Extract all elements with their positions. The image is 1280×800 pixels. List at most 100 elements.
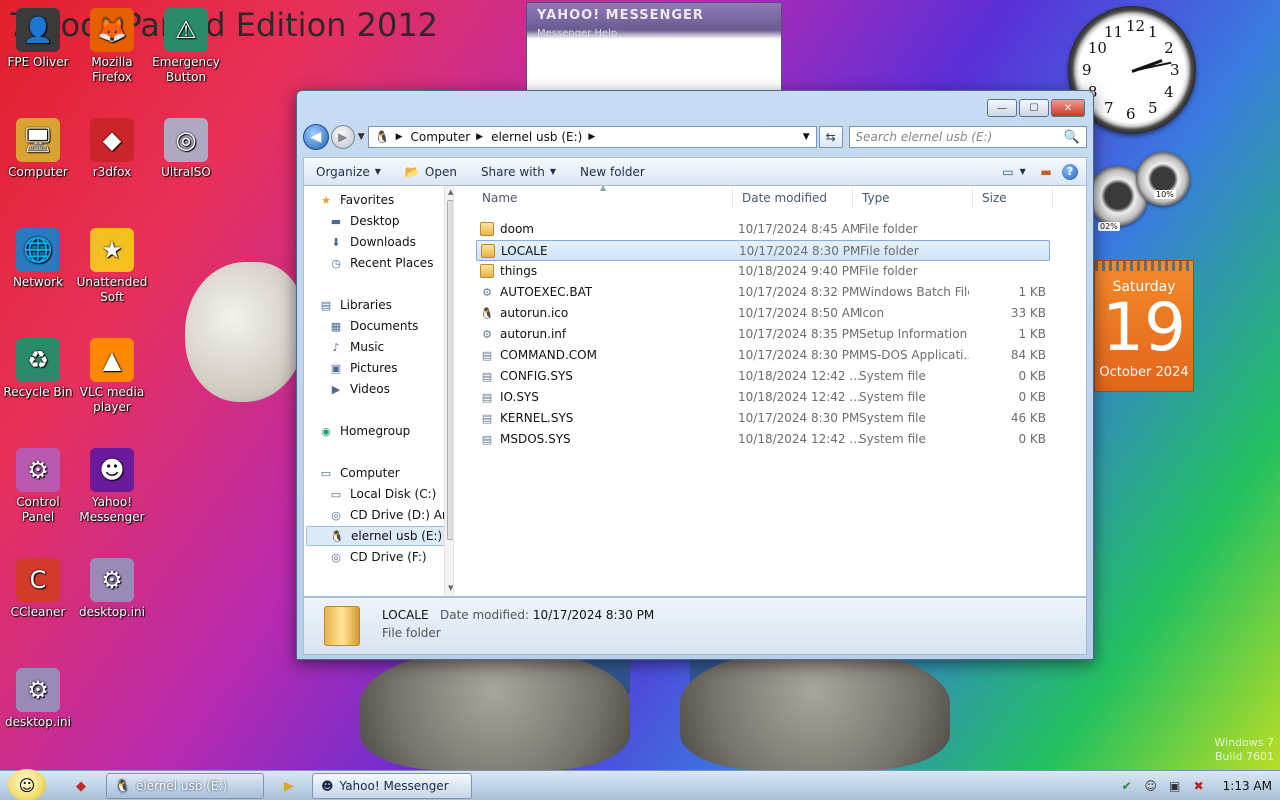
- yahoo-tray-icon[interactable]: ☺: [1142, 777, 1160, 795]
- refresh-button[interactable]: ⇆: [818, 126, 843, 148]
- column-date-modified[interactable]: Date modified: [742, 191, 827, 205]
- open-button[interactable]: 📂 Open: [393, 165, 469, 179]
- nav-item-downloads[interactable]: ⬇ Downloads: [328, 232, 416, 252]
- back-button[interactable]: ◀: [303, 124, 329, 150]
- address-dropdown-icon[interactable]: ▼: [803, 132, 810, 142]
- nav-item-cd-drive-d-ang[interactable]: ◎ CD Drive (D:) Ang: [328, 505, 453, 525]
- settings-file-icon: ⚙: [16, 668, 60, 712]
- explorer-window[interactable]: — ☐ ✕ ◀ ▶ ▼ 🐧 ▶ Computer ▶ elernel usb (…: [296, 90, 1094, 660]
- nav-item-documents[interactable]: ▦ Documents: [328, 316, 419, 336]
- network-tray-icon[interactable]: ▣: [1166, 777, 1184, 795]
- forward-button[interactable]: ▶: [330, 125, 355, 149]
- volume-muted-icon[interactable]: ✖: [1190, 777, 1208, 795]
- command-bar: Organize ▼ 📂 Open Share with ▼ New folder ▭…: [303, 157, 1087, 185]
- desktop-icon-ultraiso[interactable]: ◎ UltraISO: [148, 118, 224, 180]
- view-icon: ▭: [1002, 164, 1014, 179]
- file-row[interactable]: ⚙ autorun.inf 10/17/2024 8:35 PM Setup Info…: [476, 324, 1050, 345]
- breadcrumb-computer[interactable]: Computer: [411, 130, 471, 144]
- clock-number: 1: [1148, 22, 1158, 41]
- desktop-icon-yahoo-messenger[interactable]: ☻ Yahoo! Messenger: [74, 448, 150, 525]
- file-row[interactable]: LOCALE 10/17/2024 8:30 PM File folder: [476, 240, 1050, 261]
- open-label: Open: [424, 164, 457, 179]
- desktop-icon-computer[interactable]: 🖥 Computer: [0, 118, 76, 180]
- address-bar[interactable]: 🐧 ▶ Computer ▶ elernel usb (E:) ▶ ▼: [367, 126, 817, 148]
- nav-item-label: Downloads: [350, 235, 416, 249]
- file-row[interactable]: ⚙ AUTOEXEC.BAT 10/17/2024 8:32 PM Windows B…: [476, 282, 1050, 303]
- nav-item-recent-places[interactable]: ◷ Recent Places: [328, 253, 433, 273]
- scroll-down-icon[interactable]: ▼: [448, 584, 453, 592]
- breadcrumb-separator-icon[interactable]: ▶: [588, 132, 595, 142]
- nav-item-music[interactable]: ♪ Music: [328, 337, 384, 357]
- desktop-icon-recycle-bin[interactable]: ♻ Recycle Bin: [0, 338, 76, 400]
- calendar-gadget[interactable]: Saturday 19 October 2024: [1094, 260, 1194, 392]
- scroll-up-icon[interactable]: ▲: [448, 188, 453, 196]
- nav-item-computer[interactable]: ▭ Computer: [318, 463, 400, 483]
- scrollbar-thumb[interactable]: [447, 200, 453, 540]
- new-folder-button[interactable]: New folder: [568, 165, 657, 179]
- nav-item-homegroup[interactable]: ◉ Homegroup: [318, 421, 410, 441]
- yahoo-messenger-window[interactable]: YAHOO! MESSENGER Messenger Help: [526, 2, 782, 94]
- maximize-button[interactable]: ☐: [1019, 99, 1049, 117]
- desktop-icon-network[interactable]: 🌐 Network: [0, 228, 76, 290]
- file-name: autorun.inf: [500, 327, 567, 341]
- preview-pane-button[interactable]: ▬: [1034, 163, 1058, 181]
- share-with-button[interactable]: Share with ▼: [469, 165, 568, 179]
- nav-item-favorites[interactable]: ★ Favorites: [318, 190, 394, 210]
- folder-icon: [481, 244, 495, 258]
- minimize-button[interactable]: —: [987, 99, 1017, 117]
- help-icon[interactable]: ?: [1062, 163, 1078, 180]
- nav-item-videos[interactable]: ▶ Videos: [328, 379, 390, 399]
- nav-item-cd-drive-f[interactable]: ◎ CD Drive (F:): [328, 547, 426, 567]
- navigation-pane-scrollbar[interactable]: ▲ ▼: [444, 186, 453, 596]
- desktop-icon-label: Unattended Soft: [76, 275, 148, 304]
- organize-button[interactable]: Organize ▼: [304, 165, 393, 179]
- nav-item-elernel-usb-e[interactable]: 🐧 elernel usb (E:): [306, 526, 446, 546]
- desktop-icon-label: Control Panel: [16, 495, 60, 524]
- nav-item-desktop[interactable]: ▬ Desktop: [328, 211, 400, 231]
- file-row[interactable]: ▤ IO.SYS 10/18/2024 12:42 ... System file 0 …: [476, 387, 1050, 408]
- breadcrumb-separator-icon[interactable]: ▶: [476, 132, 483, 142]
- file-row[interactable]: things 10/18/2024 9:40 PM File folder: [476, 261, 1050, 282]
- desktop-icon-unattended-soft[interactable]: ★ Unattended Soft: [74, 228, 150, 305]
- desktop-icon-mozilla-firefox[interactable]: 🦊 Mozilla Firefox: [74, 8, 150, 85]
- file-row[interactable]: ▤ CONFIG.SYS 10/18/2024 12:42 ... System fi…: [476, 366, 1050, 387]
- desktop-icon-control-panel[interactable]: ⚙ Control Panel: [0, 448, 76, 525]
- file-row[interactable]: 🐧 autorun.ico 10/17/2024 8:50 AM Icon 33 KB: [476, 303, 1050, 324]
- nav-item-local-disk-c[interactable]: ▭ Local Disk (C:): [328, 484, 437, 504]
- column-type[interactable]: Type: [862, 191, 890, 205]
- desktop-icon-desktop-ini[interactable]: ⚙ desktop.ini: [74, 558, 150, 620]
- file-size: 0 KB: [1018, 432, 1046, 446]
- network-status-icon[interactable]: ✔: [1118, 777, 1136, 795]
- ram-meter-gadget[interactable]: 10%: [1136, 152, 1190, 206]
- desktop-icon-desktop-ini[interactable]: ⚙ desktop.ini: [0, 668, 76, 730]
- recent-pages-dropdown[interactable]: ▼: [358, 132, 365, 142]
- nav-item-libraries[interactable]: ▤ Libraries: [318, 295, 392, 315]
- file-row[interactable]: ▤ COMMAND.COM 10/17/2024 8:30 PM MS-DOS App…: [476, 345, 1050, 366]
- change-view-button[interactable]: ▭ ▼: [1002, 163, 1026, 181]
- desktop-icon-vlc-media-player[interactable]: ▲ VLC media player: [74, 338, 150, 415]
- r3dfox-quicklaunch-icon[interactable]: ◆: [72, 777, 90, 795]
- search-input[interactable]: Search elernel usb (E:) 🔍: [848, 126, 1088, 148]
- column-name[interactable]: Name: [482, 191, 517, 205]
- nav-item-pictures[interactable]: ▣ Pictures: [328, 358, 398, 378]
- desktop-icon-r3dfox[interactable]: ◆ r3dfox: [74, 118, 150, 180]
- taskbar-button-explorer[interactable]: 🐧 elernel usb (E:): [106, 773, 264, 799]
- column-size[interactable]: Size: [982, 191, 1007, 205]
- file-row[interactable]: ▤ KERNEL.SYS 10/17/2024 8:30 PM System file…: [476, 408, 1050, 429]
- breadcrumb-separator-icon[interactable]: ▶: [396, 132, 403, 142]
- desktop-icon-fpe-oliver[interactable]: 👤 FPE Oliver: [0, 8, 76, 70]
- wallpaper-figure-shoe: [680, 650, 950, 770]
- details-modified-value: 10/17/2024 8:30 PM: [532, 608, 655, 622]
- desktop-icon-ccleaner[interactable]: C CCleaner: [0, 558, 76, 620]
- file-row[interactable]: doom 10/17/2024 8:45 AM File folder: [476, 219, 1050, 240]
- taskbar-button-yahoo[interactable]: ☻ Yahoo! Messenger: [312, 773, 472, 799]
- start-button[interactable]: ☺: [8, 769, 46, 800]
- taskbar-clock[interactable]: 1:13 AM: [1223, 779, 1272, 793]
- close-button[interactable]: ✕: [1051, 99, 1085, 117]
- search-icon[interactable]: 🔍: [1064, 130, 1080, 145]
- desktop-icon-emergency-button[interactable]: ⚠ Emergency Button: [148, 8, 224, 85]
- breadcrumb-usb[interactable]: elernel usb (E:): [491, 130, 582, 144]
- file-row[interactable]: ▤ MSDOS.SYS 10/18/2024 12:42 ... System fil…: [476, 429, 1050, 450]
- media-quicklaunch-icon[interactable]: ▶: [280, 777, 298, 795]
- yahoo-window-menu[interactable]: Messenger Help: [527, 28, 781, 39]
